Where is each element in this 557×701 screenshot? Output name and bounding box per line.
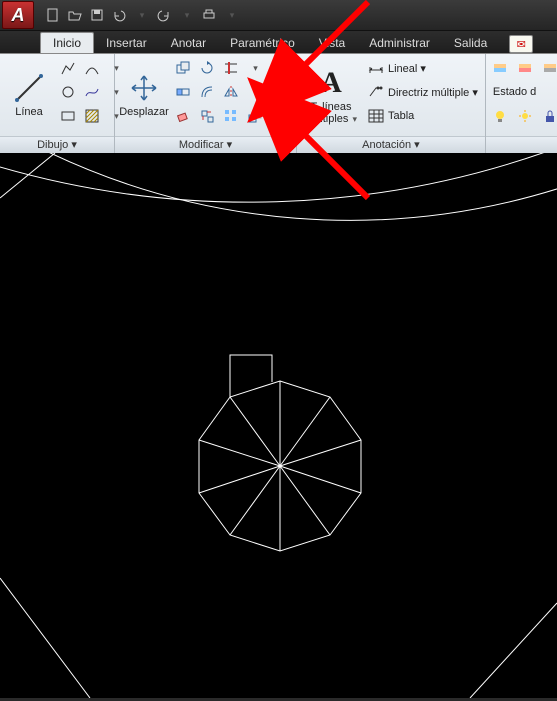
help-icon[interactable]: ✉ [509,35,533,53]
line-icon [13,72,45,104]
lock-icon[interactable] [539,105,557,127]
spline-icon[interactable] [81,81,103,103]
drawing-canvas[interactable] [0,153,557,698]
leader-icon [368,84,384,100]
panel-anotacion: A T. líneas múltiples ▾ Lineal ▾ Directr… [297,54,486,153]
panel-title-dibujo[interactable]: Dibujo ▾ [0,136,114,153]
mod-drop-2[interactable]: ▾ [244,81,266,103]
panel-modificar: Desplazar ▾ ▾ ▾ ▾ ▾ Modifi [115,54,297,153]
estado-button[interactable]: Estado d [489,81,557,103]
copy-icon[interactable] [172,57,194,79]
dimension-icon [368,60,384,76]
panel-capas: Estado d [486,54,557,153]
lineal-button[interactable]: Lineal ▾ [364,57,482,79]
directriz-button[interactable]: Directriz múltiple ▾ [364,81,482,103]
erase-icon[interactable] [172,105,194,127]
explode-icon[interactable] [196,105,218,127]
modify-drop-col: ▾ ▾ ▾ [268,57,294,133]
text-a-icon: A [320,65,342,101]
offset-icon[interactable] [196,81,218,103]
tab-salida[interactable]: Salida [442,33,499,53]
mtext-button[interactable]: A T. líneas múltiples ▾ [300,57,362,133]
mirror-icon[interactable] [220,81,242,103]
layer-icon-3[interactable] [539,57,557,79]
join-icon[interactable]: ▾ [268,105,294,127]
panel-title-modificar[interactable]: Modificar ▾ [115,136,296,153]
undo-dropdown-icon[interactable]: ▾ [133,6,151,24]
print-icon[interactable] [200,6,218,24]
desplazar-button[interactable]: Desplazar [118,57,170,133]
scale-icon[interactable] [244,105,266,127]
circle-icon[interactable] [57,81,79,103]
mod-drop-1[interactable]: ▾ [244,57,266,79]
tab-administrar[interactable]: Administrar [357,33,442,53]
save-icon[interactable] [88,6,106,24]
undo-icon[interactable] [110,6,128,24]
tabla-button[interactable]: Tabla [364,105,482,127]
titlebar: A ▾ ▾ ▾ [0,0,557,31]
ribbon: Línea ▾ ▾ ▾ Dibujo ▾ Desplazar [0,54,557,154]
tab-inicio[interactable]: Inicio [40,32,94,53]
qat-dropdown-icon[interactable]: ▾ [223,6,241,24]
new-icon[interactable] [44,6,62,24]
layer-icon-2[interactable] [514,57,536,79]
panel-title-capas[interactable] [486,136,557,153]
modify-tools-grid: ▾ ▾ [172,57,266,133]
polyline-icon[interactable] [57,57,79,79]
redo-dropdown-icon[interactable]: ▾ [178,6,196,24]
annotation-rows: Lineal ▾ Directriz múltiple ▾ Tabla [364,57,482,133]
sun-icon[interactable] [514,105,536,127]
open-icon[interactable] [66,6,84,24]
hatch-icon[interactable] [81,105,103,127]
tab-parametrico[interactable]: Paramétrico [218,33,307,53]
app-menu-button[interactable]: A [2,1,34,29]
fillet-icon[interactable]: ▾ [268,81,294,103]
move-icon [128,72,160,104]
linea-button[interactable]: Línea [3,57,55,133]
panel-title-anotacion[interactable]: Anotación ▾ [297,136,485,153]
rotate-icon[interactable] [196,57,218,79]
ribbon-tabs: Inicio Insertar Anotar Paramétrico Vista… [0,31,557,54]
tab-insertar[interactable]: Insertar [94,33,159,53]
rectangle-icon[interactable] [57,105,79,127]
panel-dibujo: Línea ▾ ▾ ▾ Dibujo ▾ [0,54,115,153]
arc-icon[interactable] [81,57,103,79]
redo-icon[interactable] [155,6,173,24]
layer-icon-1[interactable] [489,57,511,79]
trim-icon[interactable] [220,57,242,79]
tab-vista[interactable]: Vista [307,33,357,53]
tab-anotar[interactable]: Anotar [159,33,218,53]
stretch-icon[interactable] [172,81,194,103]
table-icon [368,108,384,124]
quick-access-toolbar: ▾ ▾ ▾ [44,6,241,24]
array-icon[interactable] [220,105,242,127]
extend-icon[interactable]: ▾ [268,57,294,79]
bulb-icon[interactable] [489,105,511,127]
